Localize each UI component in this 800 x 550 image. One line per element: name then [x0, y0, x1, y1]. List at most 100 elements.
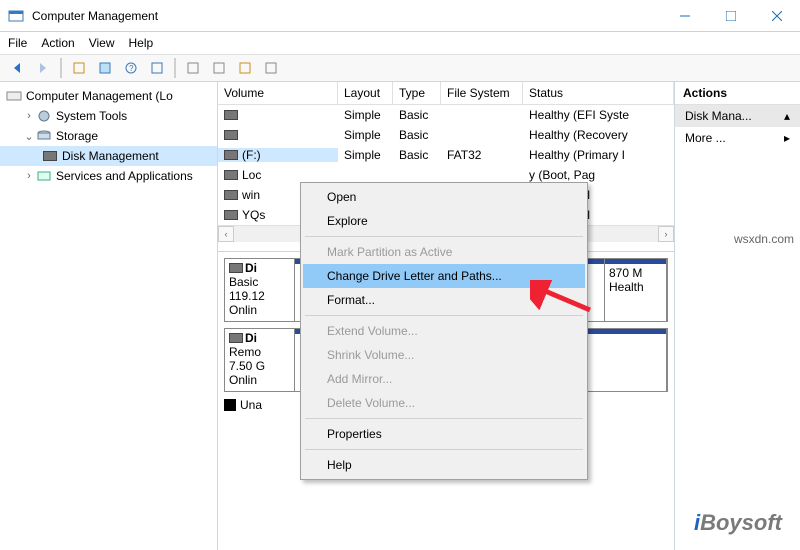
tree-label: System Tools — [56, 109, 127, 123]
tree-services[interactable]: › Services and Applications — [0, 166, 217, 186]
partition[interactable]: 870 M Health — [605, 259, 667, 321]
forward-button[interactable] — [32, 57, 54, 79]
action-more[interactable]: More ... ▸ — [675, 127, 800, 149]
volume-name: win — [242, 188, 260, 202]
volume-layout: Simple — [338, 108, 393, 122]
menu-separator — [305, 236, 583, 237]
menu-help[interactable]: Help — [129, 36, 154, 50]
tools-icon — [36, 108, 52, 124]
maximize-button[interactable] — [708, 0, 754, 32]
collapse-icon[interactable]: ⌄ — [22, 130, 36, 143]
disk-type: Remo — [229, 345, 290, 359]
volume-row[interactable]: SimpleBasicHealthy (Recovery — [218, 125, 674, 145]
volume-header: Volume Layout Type File System Status — [218, 82, 674, 105]
disk-name: Di — [245, 261, 257, 275]
volume-icon — [224, 210, 238, 220]
disk-state: Onlin — [229, 373, 290, 387]
ctx-delete: Delete Volume... — [303, 391, 585, 415]
nav-tree: Computer Management (Lo › System Tools ⌄… — [0, 82, 218, 550]
tree-label: Disk Management — [62, 149, 159, 163]
tree-system-tools[interactable]: › System Tools — [0, 106, 217, 126]
toolbar-separator — [174, 58, 176, 78]
menu-action[interactable]: Action — [41, 36, 74, 50]
context-menu: Open Explore Mark Partition as Active Ch… — [300, 182, 588, 480]
col-type[interactable]: Type — [393, 82, 441, 105]
volume-icon — [224, 190, 238, 200]
scroll-left-icon[interactable]: ‹ — [218, 226, 234, 242]
volume-name: (F:) — [242, 148, 261, 162]
volume-status: y (Boot, Pag — [523, 168, 674, 182]
minimize-button[interactable] — [662, 0, 708, 32]
disk-icon — [229, 263, 243, 273]
volume-name: Loc — [242, 168, 261, 182]
ctx-open[interactable]: Open — [303, 185, 585, 209]
volume-icon — [224, 150, 238, 160]
disk-size: 7.50 G — [229, 359, 290, 373]
col-layout[interactable]: Layout — [338, 82, 393, 105]
tree-root-label: Computer Management (Lo — [26, 89, 173, 103]
partition-size: 870 M — [609, 266, 662, 280]
ctx-properties[interactable]: Properties — [303, 422, 585, 446]
volume-status: Healthy (Primary I — [523, 148, 674, 162]
computer-icon — [6, 88, 22, 104]
disk-header: Di Basic 119.12 Onlin — [225, 259, 295, 321]
disk-header: Di Remo 7.50 G Onlin — [225, 329, 295, 391]
close-button[interactable] — [754, 0, 800, 32]
tree-storage[interactable]: ⌄ Storage — [0, 126, 217, 146]
toolbar-separator — [60, 58, 62, 78]
volume-status: Healthy (Recovery — [523, 128, 674, 142]
volume-status: Healthy (EFI Syste — [523, 108, 674, 122]
app-icon — [8, 8, 24, 24]
disk-mgmt-icon — [42, 151, 58, 161]
disk-type: Basic — [229, 275, 290, 289]
back-button[interactable] — [6, 57, 28, 79]
scroll-right-icon[interactable]: › — [658, 226, 674, 242]
menu-view[interactable]: View — [89, 36, 115, 50]
legend-swatch — [224, 399, 236, 411]
window-controls — [662, 0, 800, 32]
disk-state: Onlin — [229, 303, 290, 317]
tree-label: Storage — [56, 129, 98, 143]
storage-icon — [36, 128, 52, 144]
tree-root[interactable]: Computer Management (Lo — [0, 86, 217, 106]
watermark-logo: iBoysoft — [694, 510, 782, 536]
menu-separator — [305, 418, 583, 419]
toolbar-icon-5[interactable] — [234, 57, 256, 79]
expand-icon[interactable]: › — [22, 170, 36, 182]
menubar: File Action View Help — [0, 32, 800, 54]
volume-row[interactable]: SimpleBasic Healthy (EFI Syste — [218, 105, 674, 125]
refresh-icon[interactable] — [146, 57, 168, 79]
col-status[interactable]: Status — [523, 82, 674, 105]
window-title: Computer Management — [32, 9, 662, 23]
col-volume[interactable]: Volume — [218, 82, 338, 105]
actions-title: Actions — [675, 82, 800, 105]
toolbar-icon-3[interactable] — [182, 57, 204, 79]
toolbar-icon-2[interactable] — [94, 57, 116, 79]
legend-label: Una — [240, 398, 262, 412]
disk-size: 119.12 — [229, 289, 290, 303]
ctx-help[interactable]: Help — [303, 453, 585, 477]
action-label: Disk Mana... — [685, 109, 752, 123]
expand-icon[interactable]: › — [22, 110, 36, 122]
menu-separator — [305, 449, 583, 450]
menu-file[interactable]: File — [8, 36, 27, 50]
ctx-explore[interactable]: Explore — [303, 209, 585, 233]
tree-disk-management[interactable]: Disk Management — [0, 146, 217, 166]
toolbar-icon-6[interactable] — [260, 57, 282, 79]
col-filesystem[interactable]: File System — [441, 82, 523, 105]
toolbar: ? — [0, 54, 800, 82]
toolbar-icon-4[interactable] — [208, 57, 230, 79]
action-disk-management[interactable]: Disk Mana... ▴ — [675, 105, 800, 127]
ctx-mirror: Add Mirror... — [303, 367, 585, 391]
ctx-shrink: Shrink Volume... — [303, 343, 585, 367]
volume-type: Basic — [393, 108, 441, 122]
help-icon[interactable]: ? — [120, 57, 142, 79]
volume-fs: FAT32 — [441, 148, 523, 162]
svg-text:?: ? — [129, 64, 134, 73]
volume-icon — [224, 130, 238, 140]
action-label: More ... — [685, 131, 726, 145]
disk-icon — [229, 333, 243, 343]
volume-type: Basic — [393, 148, 441, 162]
toolbar-icon-1[interactable] — [68, 57, 90, 79]
volume-row[interactable]: (F:)SimpleBasicFAT32Healthy (Primary I — [218, 145, 674, 165]
